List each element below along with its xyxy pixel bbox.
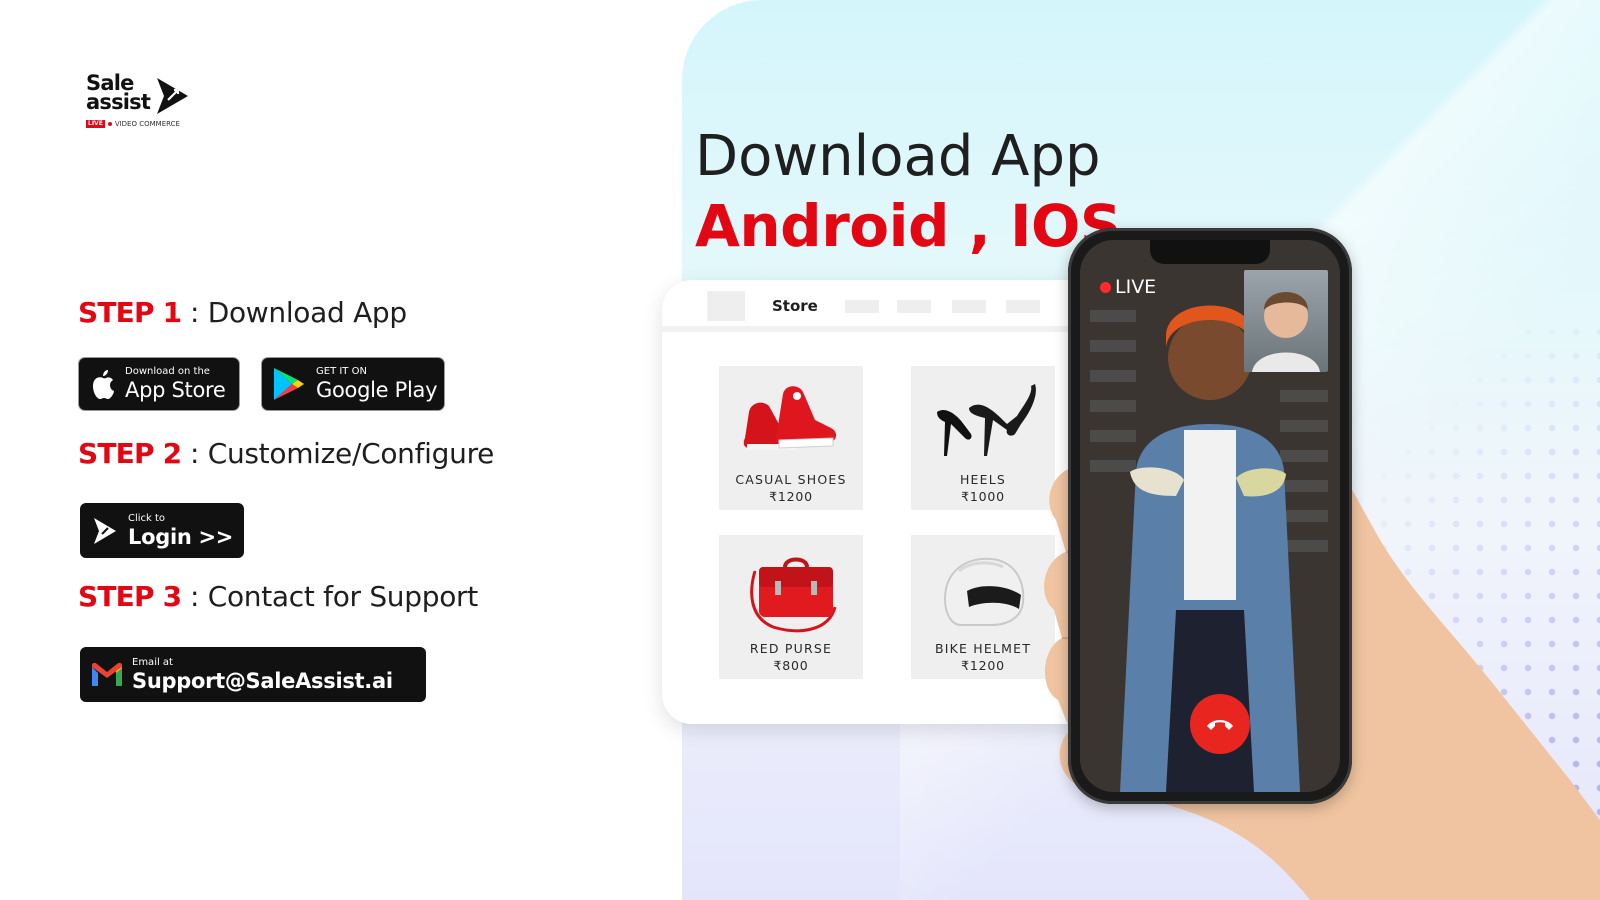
store-nav-item[interactable] (1006, 300, 1040, 313)
step-2-number: STEP 2 (78, 437, 182, 470)
app-store-label: App Store (125, 378, 226, 402)
sneakers-image (743, 386, 837, 450)
live-text: LIVE (1115, 276, 1157, 298)
store-nav-item[interactable] (845, 300, 879, 313)
live-video-screen: LIVE (1080, 240, 1340, 792)
google-play-small: GET IT ON (316, 366, 367, 377)
step-1-text: : Download App (181, 296, 407, 329)
step-3-number: STEP 3 (78, 580, 182, 613)
google-play-label: Google Play (316, 378, 438, 402)
product-name: CASUAL SHOES (735, 472, 847, 487)
phone-hangup-icon (1207, 720, 1233, 730)
logo-line2: assist (86, 90, 151, 114)
step-3-heading: STEP 3 : Contact for Support (78, 580, 478, 613)
store-nav-item[interactable] (897, 300, 931, 313)
headline-title: Download App (695, 124, 1101, 189)
end-call-button[interactable] (1190, 694, 1250, 754)
google-play-button[interactable]: GET IT ON Google Play (261, 357, 445, 411)
step-2-heading: STEP 2 : Customize/Configure (78, 437, 494, 470)
support-email-button[interactable]: Email at Support@SaleAssist.ai (80, 647, 426, 702)
logo-play-icon (157, 78, 188, 114)
product-name: RED PURSE (749, 641, 833, 656)
google-play-icon (274, 368, 304, 400)
saleassist-logo[interactable]: Sale assist LIVE VIDEO COMMERCE (86, 73, 196, 130)
caller-face (1252, 292, 1320, 372)
step-2-text: : Customize/Configure (181, 437, 495, 470)
login-button[interactable]: Click to Login >> (80, 503, 244, 558)
login-small: Click to (128, 512, 166, 524)
product-card-red-purse[interactable]: RED PURSE ₹800 (719, 535, 863, 679)
phone-mockup: LIVE (1068, 228, 1352, 804)
phone-notch (1150, 240, 1270, 264)
app-store-button[interactable]: Download on the App Store (78, 357, 240, 411)
step-1-number: STEP 1 (78, 296, 182, 329)
logo-wordmark: Sale assist (86, 73, 151, 114)
product-card-casual-shoes[interactable]: CASUAL SHOES ₹1200 (719, 366, 863, 510)
step-3-text: : Contact for Support (181, 580, 478, 613)
logo-tagline: VIDEO COMMERCE (114, 120, 180, 128)
product-price: ₹800 (773, 658, 809, 673)
step-1-heading: STEP 1 : Download App (78, 296, 407, 329)
logo-live-dot (107, 122, 112, 126)
headline-platforms: Android , IOS (695, 192, 1122, 260)
support-small: Email at (132, 656, 173, 668)
store-title[interactable]: Store (772, 297, 818, 315)
store-logo-placeholder (707, 291, 745, 321)
saleassist-play-icon (94, 517, 116, 544)
store-nav-item[interactable] (952, 300, 986, 313)
apple-icon (93, 370, 114, 399)
logo-live-chip: LIVE (86, 120, 105, 128)
live-indicator: LIVE (1100, 276, 1156, 298)
login-label: Login >> (128, 524, 234, 549)
caller-pip-video[interactable] (1244, 270, 1328, 372)
product-price: ₹1200 (769, 489, 813, 504)
support-email-label: Support@SaleAssist.ai (132, 668, 393, 693)
live-dot (1100, 281, 1111, 293)
gmail-icon (92, 662, 122, 686)
red-purse-image (750, 557, 837, 633)
logo-subline: LIVE VIDEO COMMERCE (86, 120, 180, 128)
app-store-small: Download on the (125, 366, 210, 377)
store-header: Store (662, 280, 1122, 332)
